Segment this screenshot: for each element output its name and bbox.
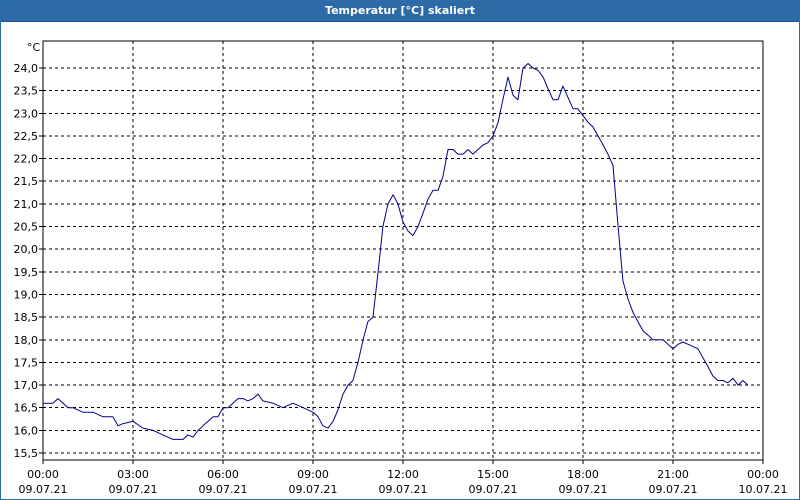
x-tick-date: 09.07.21 <box>649 483 698 496</box>
chart-window: Temperatur [°C] skaliert 15,5 16,0 16,5 17,… <box>0 0 800 500</box>
grid <box>43 41 763 460</box>
x-tick-date: 09.07.21 <box>559 483 608 496</box>
x-tick-time: 18:00 <box>567 468 599 481</box>
x-tick-time: 00:00 <box>27 468 59 481</box>
temperature-chart: 15,5 16,0 16,5 17,0 17,5 18,0 18,5 19,0 19,5 20,0… <box>14 40 788 496</box>
y-tick-label: 24,0 <box>14 62 39 75</box>
y-tick-label: 23,5 <box>14 85 39 98</box>
x-tick-time: 12:00 <box>387 468 419 481</box>
x-tick-date: 09.07.21 <box>199 483 248 496</box>
window-title: Temperatur [°C] skaliert <box>325 4 475 17</box>
y-tick-label: 16,5 <box>14 402 39 415</box>
y-tick-label: 22,0 <box>14 153 39 166</box>
title-bar: Temperatur [°C] skaliert <box>1 1 799 22</box>
x-tick-time: 15:00 <box>477 468 509 481</box>
x-tick-date: 09.07.21 <box>379 483 428 496</box>
y-tick-label: 22,5 <box>14 130 39 143</box>
x-tick-time: 03:00 <box>117 468 149 481</box>
series-layer <box>43 63 749 440</box>
y-tick-label: 18,5 <box>14 311 39 324</box>
y-tick-label: 20,5 <box>14 221 39 234</box>
x-tick-date: 09.07.21 <box>469 483 518 496</box>
x-tick-date: 09.07.21 <box>19 483 68 496</box>
x-tick-time: 06:00 <box>207 468 239 481</box>
y-tick-label: 23,0 <box>14 107 39 120</box>
y-tick-label: 19,5 <box>14 266 39 279</box>
y-tick-label: 18,0 <box>14 334 39 347</box>
y-tick-label: 17,5 <box>14 356 39 369</box>
x-tick-time: 09:00 <box>297 468 329 481</box>
temperature-series-line <box>43 63 749 440</box>
y-tick-label: 21,5 <box>14 175 39 188</box>
y-tick-label: 21,0 <box>14 198 39 211</box>
y-unit-label: °C <box>27 41 41 54</box>
x-tick-date: 09.07.21 <box>109 483 158 496</box>
y-tick-label: 16,0 <box>14 424 39 437</box>
x-tick-date: 09.07.21 <box>289 483 338 496</box>
x-tick-date: 10.07.21 <box>739 483 788 496</box>
y-tick-label: 20,0 <box>14 243 39 256</box>
y-tick-label: 17,0 <box>14 379 39 392</box>
x-tick-time: 21:00 <box>657 468 689 481</box>
x-tick-labels: 00:00 09.07.21 03:00 09.07.21 06:00 09.07.21 0… <box>19 468 788 496</box>
y-tick-label: 15,5 <box>14 447 39 460</box>
y-tick-labels: 15,5 16,0 16,5 17,0 17,5 18,0 18,5 19,0 19,5 20,0… <box>14 62 39 460</box>
x-tick-time: 00:00 <box>747 468 779 481</box>
y-tick-label: 19,0 <box>14 288 39 301</box>
axes <box>39 40 764 464</box>
